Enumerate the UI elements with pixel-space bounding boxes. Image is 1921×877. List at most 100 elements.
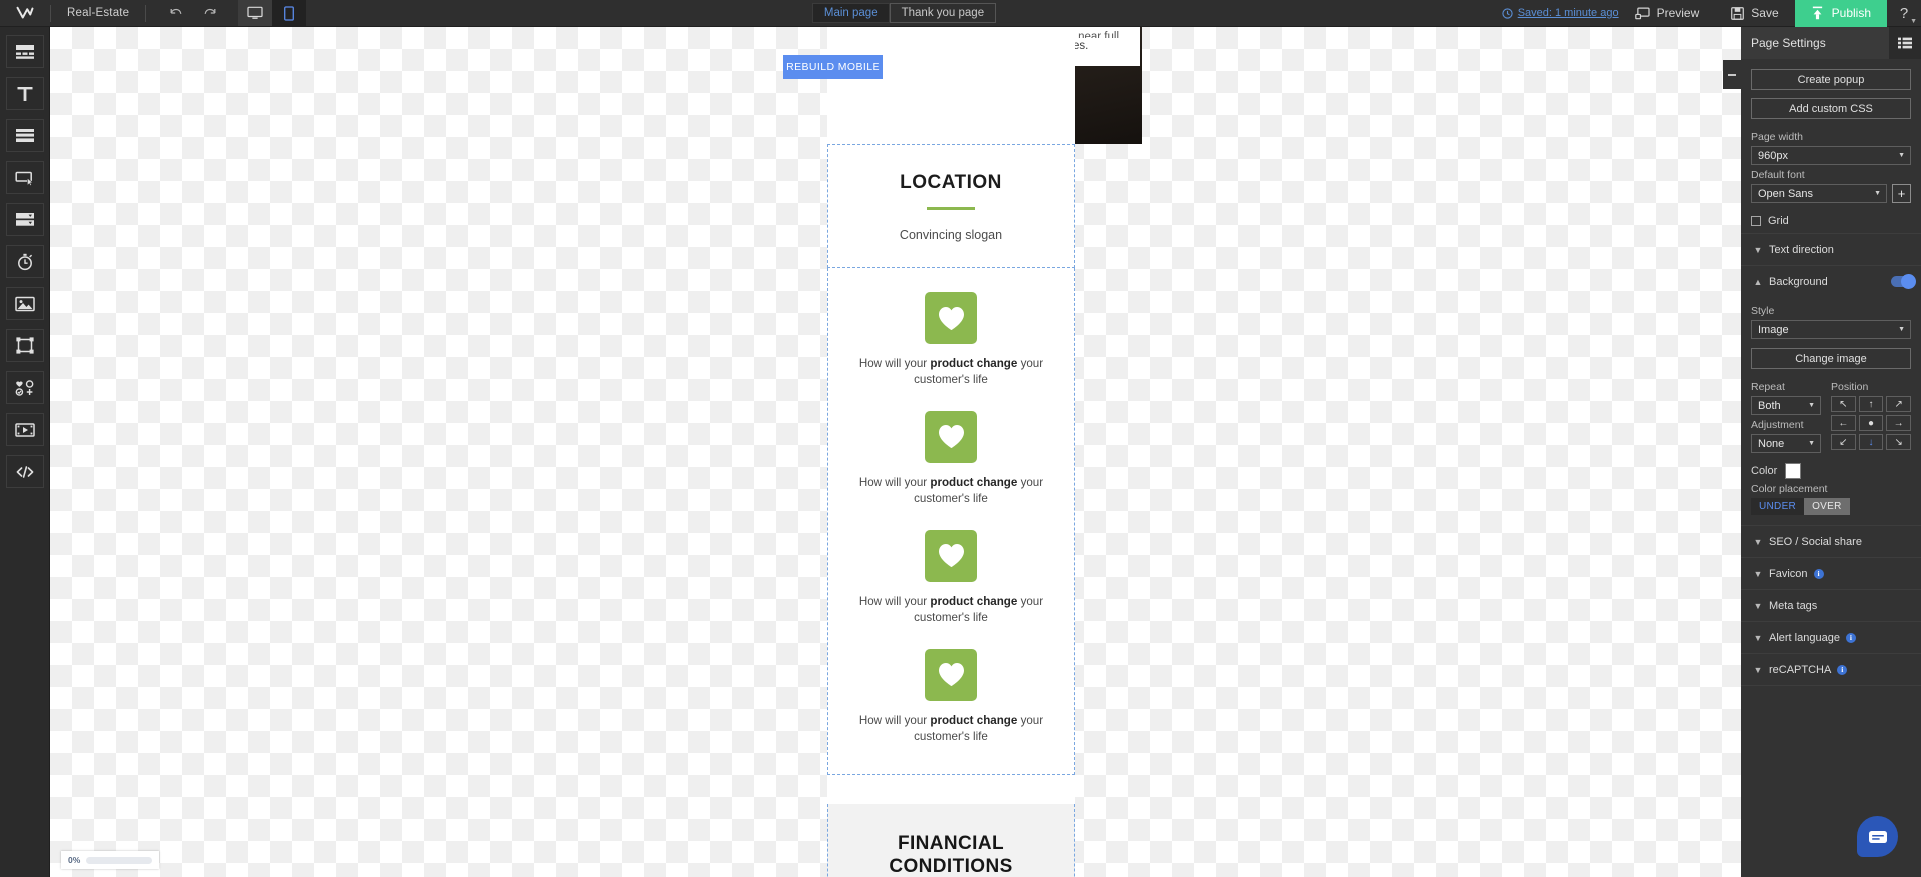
position-top-left[interactable]: ↖ bbox=[1831, 396, 1856, 412]
preview-monitor-icon bbox=[1634, 7, 1650, 19]
list-view-button[interactable] bbox=[1889, 27, 1921, 59]
preview-button[interactable]: Preview bbox=[1619, 0, 1716, 27]
default-font-select[interactable]: Open Sans ▼ bbox=[1751, 184, 1887, 203]
floppy-disk-icon bbox=[1731, 6, 1745, 20]
location-title: LOCATION bbox=[900, 172, 1002, 193]
accordion-background[interactable]: ▲ Background bbox=[1741, 265, 1921, 297]
position-bottom-right[interactable]: ↘ bbox=[1886, 434, 1911, 450]
accordion-recaptcha[interactable]: ▼ reCAPTCHA i bbox=[1741, 653, 1921, 685]
feature-icon-tile[interactable] bbox=[925, 529, 977, 582]
repeat-select[interactable]: Both ▼ bbox=[1751, 396, 1821, 415]
features-section[interactable]: How will your product change your custom… bbox=[827, 268, 1075, 775]
tab-thank-you-page[interactable]: Thank you page bbox=[889, 3, 997, 23]
chevron-down-icon: ▼ bbox=[1808, 440, 1815, 447]
text-icon bbox=[17, 86, 32, 101]
position-top-center[interactable]: ↑ bbox=[1858, 396, 1884, 412]
help-button[interactable]: ? ▼ bbox=[1887, 0, 1921, 27]
device-switcher bbox=[238, 0, 307, 26]
position-top-right[interactable]: ↗ bbox=[1886, 396, 1911, 412]
accordion-label: Alert language bbox=[1769, 631, 1840, 644]
placement-over-button[interactable]: OVER bbox=[1804, 498, 1850, 515]
accordion-seo-social-share[interactable]: ▼ SEO / Social share bbox=[1741, 525, 1921, 557]
placement-under-button[interactable]: UNDER bbox=[1751, 498, 1805, 515]
adjustment-select[interactable]: None ▼ bbox=[1751, 434, 1821, 453]
tab-main-page[interactable]: Main page bbox=[811, 3, 890, 23]
panel-header: Page Settings bbox=[1741, 27, 1921, 59]
position-middle-left[interactable]: ← bbox=[1831, 415, 1856, 431]
chat-support-button[interactable] bbox=[1857, 816, 1898, 857]
accordion-text-direction[interactable]: ▼ Text direction bbox=[1741, 233, 1921, 265]
undo-arrow-icon[interactable] bbox=[168, 5, 184, 21]
color-swatch[interactable] bbox=[1785, 463, 1802, 479]
zoom-control[interactable]: 0% bbox=[61, 851, 159, 869]
preview-label: Preview bbox=[1656, 6, 1700, 20]
project-name[interactable]: Real-Estate bbox=[51, 7, 145, 19]
accordion-favicon[interactable]: ▼ Favicon i bbox=[1741, 557, 1921, 589]
zoom-slider[interactable] bbox=[86, 856, 152, 864]
widgets-icon bbox=[15, 379, 33, 396]
page-column: LOCATION Convincing slogan How will your… bbox=[827, 27, 1075, 877]
info-icon[interactable]: i bbox=[1845, 632, 1856, 643]
style-label: Style bbox=[1751, 305, 1775, 317]
add-custom-css-button[interactable]: Add custom CSS bbox=[1751, 98, 1911, 119]
page-width-select[interactable]: 960px ▼ bbox=[1751, 146, 1911, 165]
app-logo[interactable] bbox=[0, 0, 50, 27]
feature-item[interactable]: How will your product change your custom… bbox=[828, 648, 1074, 758]
desktop-view-button[interactable] bbox=[238, 0, 273, 26]
background-settings: Style Image ▼ Change image Repeat Both ▼… bbox=[1741, 297, 1921, 525]
sidebar-item-shape[interactable] bbox=[5, 329, 44, 362]
feature-item[interactable]: How will your product change your custom… bbox=[828, 292, 1074, 401]
change-image-button[interactable]: Change image bbox=[1751, 348, 1911, 369]
grid-toggle-row[interactable]: Grid bbox=[1751, 215, 1911, 227]
position-middle-right[interactable]: → bbox=[1886, 415, 1911, 431]
sidebar-item-timer[interactable] bbox=[5, 245, 44, 278]
upload-arrow-icon bbox=[1812, 6, 1822, 20]
feature-item[interactable]: How will your product change your custom… bbox=[828, 529, 1074, 639]
position-bottom-left[interactable]: ↙ bbox=[1831, 434, 1856, 450]
add-font-button[interactable]: + bbox=[1892, 184, 1911, 203]
save-button[interactable]: Save bbox=[1715, 0, 1794, 27]
chevron-down-icon: ▼ bbox=[1898, 326, 1905, 333]
heart-icon bbox=[938, 425, 964, 449]
create-popup-button[interactable]: Create popup bbox=[1751, 69, 1911, 90]
sidebar-item-widgets[interactable] bbox=[5, 371, 44, 404]
feature-text: How will your product change your custom… bbox=[858, 713, 1044, 744]
page-width-label: Page width bbox=[1751, 131, 1803, 143]
background-toggle[interactable] bbox=[1891, 274, 1916, 289]
position-bottom-center[interactable]: ↓ bbox=[1858, 434, 1884, 450]
adjustment-label: Adjustment bbox=[1751, 419, 1804, 431]
sidebar-item-image[interactable] bbox=[5, 287, 44, 320]
position-center[interactable]: ● bbox=[1858, 415, 1884, 431]
sidebar-item-sections[interactable] bbox=[5, 119, 44, 152]
sidebar-item-form[interactable] bbox=[5, 203, 44, 236]
chevron-down-icon: ▼ bbox=[1898, 152, 1905, 159]
feature-item[interactable]: How will your product change your custom… bbox=[828, 410, 1074, 520]
redo-arrow-icon[interactable] bbox=[202, 5, 218, 21]
info-icon[interactable]: i bbox=[1813, 568, 1824, 579]
feature-icon-tile[interactable] bbox=[925, 648, 977, 701]
accordion-meta-tags[interactable]: ▼ Meta tags bbox=[1741, 589, 1921, 621]
rebuild-mobile-button[interactable]: REBUILD MOBILE bbox=[783, 55, 883, 79]
collapse-panel-button[interactable] bbox=[1723, 60, 1741, 89]
feature-icon-tile[interactable] bbox=[925, 410, 977, 463]
financial-conditions-section[interactable]: FINANCIAL CONDITIONS Rhetorical question… bbox=[827, 803, 1075, 877]
editor-canvas[interactable]: REBUILD MOBILE t e sec / / Real Estate A… bbox=[50, 27, 1741, 877]
repeat-label: Repeat bbox=[1751, 381, 1785, 393]
sidebar-item-video[interactable] bbox=[5, 413, 44, 446]
publish-button[interactable]: Publish bbox=[1794, 0, 1887, 27]
saved-status[interactable]: Saved: 1 minute ago bbox=[1502, 7, 1619, 19]
chevron-down-icon: ▼ bbox=[1753, 632, 1763, 643]
sidebar-item-button[interactable] bbox=[5, 161, 44, 194]
info-icon[interactable]: i bbox=[1837, 664, 1848, 675]
location-section[interactable]: LOCATION Convincing slogan bbox=[827, 144, 1075, 268]
accordion-alert-language[interactable]: ▼ Alert language i bbox=[1741, 621, 1921, 653]
sidebar-item-blocks[interactable] bbox=[5, 35, 44, 68]
background-style-select[interactable]: Image ▼ bbox=[1751, 320, 1911, 339]
grid-checkbox[interactable] bbox=[1751, 216, 1761, 226]
sidebar-item-text[interactable] bbox=[5, 77, 44, 110]
feature-icon-tile[interactable] bbox=[925, 292, 977, 344]
mobile-view-button[interactable] bbox=[272, 0, 307, 26]
sidebar-item-code[interactable] bbox=[5, 455, 44, 488]
top-toolbar: Real-Estate Main page Thank you page Sav… bbox=[0, 0, 1921, 27]
panel-divider bbox=[1741, 685, 1921, 686]
